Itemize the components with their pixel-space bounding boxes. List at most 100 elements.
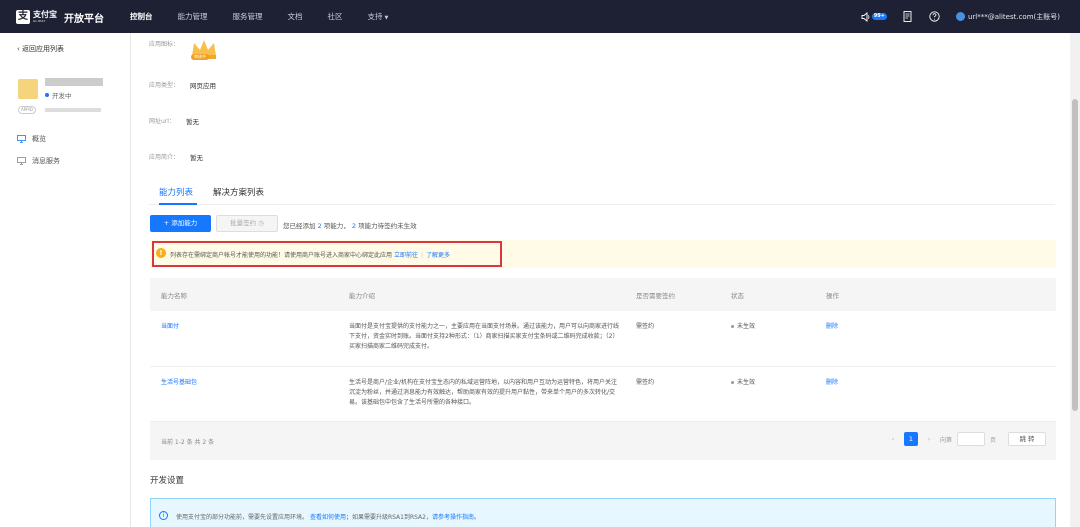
prev-page-icon[interactable]: ‹ <box>888 436 898 443</box>
app-intro-value: 暂无 <box>190 154 203 162</box>
help-icon <box>929 11 940 22</box>
tab-solution-list[interactable]: 解决方案列表 <box>213 186 264 198</box>
main-nav: 控制台 能力管理 服务管理 文档 社区 支持 ▼ <box>130 0 413 33</box>
back-link-label: 返回应用列表 <box>22 45 65 53</box>
capability-name[interactable]: 当面付 <box>161 322 179 332</box>
pagination-bar: 当前 1-2 条 共 2 条 ‹ 1 › 向第 页 跳 转 <box>150 422 1056 460</box>
app-intro-label: 应用简介： <box>149 154 180 161</box>
app-icon: 审核中 <box>189 38 219 66</box>
delete-link[interactable]: 删除 <box>826 322 838 332</box>
summary-middle: 项能力， <box>323 222 350 230</box>
how-to-use-link[interactable]: 查看如何使用 <box>310 514 346 521</box>
main-content: 应用图标： 审核中 应用类型： 网页应用 网址url： 暂无 应用简介： 暂无 … <box>131 33 1070 527</box>
goto-page-input[interactable] <box>956 432 985 446</box>
status-dot <box>731 381 734 384</box>
user-menu[interactable]: url***@alitest.com(主账号) <box>955 12 1060 22</box>
capability-desc: 当面付是支付宝提供的支付能力之一，主要应用在当面支付场景。通过该能力，用户可以向… <box>349 323 620 350</box>
user-account: url***@alitest.com(主账号) <box>967 12 1060 21</box>
header-actions: 99+ url***@alitest.com(主账号) <box>845 0 1060 33</box>
col-action: 操作 <box>826 292 839 300</box>
table-header: 能力名称 能力介绍 是否需要签约 状态 操作 <box>150 278 1056 311</box>
sidebar-item-overview-label: 概览 <box>32 135 46 143</box>
top-navbar: 支 支付宝 ALIPAY 开放平台 控制台 能力管理 服务管理 文档 社区 支持… <box>0 0 1080 33</box>
document-button[interactable] <box>903 11 913 22</box>
clock-icon: ◷ <box>258 219 264 227</box>
capability-status: 未生效 <box>731 322 755 332</box>
table-row: 生活号基础包 生活号是商户/企业/机构在支付宝生态内的私域运营阵地，以内容和用户… <box>150 367 1056 422</box>
notification-button[interactable]: 99+ <box>861 11 887 22</box>
sidebar-item-message-label: 消息服务 <box>32 157 60 165</box>
capability-desc: 生活号是商户/企业/机构在支付宝生态内的私域运营阵地，以内容和用户互动为运营特色… <box>349 379 618 406</box>
learn-more-link[interactable]: 了解更多 <box>426 252 450 259</box>
logo[interactable]: 支 支付宝 ALIPAY 开放平台 <box>16 9 104 25</box>
guide-link[interactable]: 请参考操作指南 <box>432 514 474 521</box>
sign-required: 需签约 <box>636 379 655 386</box>
app-url-label: 网址url： <box>149 118 175 125</box>
back-to-app-list-link[interactable]: ‹ 返回应用列表 <box>17 44 64 54</box>
tab-bar: 能力列表 解决方案列表 <box>149 183 1055 205</box>
avatar <box>955 12 965 21</box>
info-middle: ；如果需要升级RSA1到RSA2， <box>345 514 432 521</box>
status-dot <box>731 325 734 328</box>
nav-service[interactable]: 服务管理 <box>233 0 263 33</box>
app-icon-label: 应用图标： <box>149 41 180 48</box>
delete-link[interactable]: 删除 <box>826 378 838 388</box>
nav-console[interactable]: 控制台 <box>130 0 153 33</box>
app-icon-badge: 审核中 <box>191 54 209 60</box>
chevron-left-icon: ‹ <box>17 45 20 53</box>
appid-redacted <box>45 108 101 112</box>
monitor-icon <box>17 135 26 143</box>
col-status: 状态 <box>731 292 744 300</box>
notice-text: 列表存在需绑定商户帐号才能使用的功能！请使用商户账号进入商家中心绑定此应用 <box>170 252 393 259</box>
logo-title: 开放平台 <box>64 13 104 25</box>
summary-prefix: 您已经添加 <box>283 222 316 230</box>
active-tab-indicator <box>159 203 197 205</box>
next-page-icon[interactable]: › <box>924 436 934 443</box>
notification-badge: 99+ <box>871 13 887 20</box>
capability-status: 未生效 <box>731 378 755 388</box>
info-notice: i 使用支付宝的部分功能前，需要先设置应用环境。 查看如何使用；如果需要升级RS… <box>150 498 1056 527</box>
page-scrollbar[interactable] <box>1070 33 1080 527</box>
sidebar: ‹ 返回应用列表 开发中 APPID 概览 消息服务 <box>0 33 131 527</box>
nav-support-label: 支持 <box>367 12 383 21</box>
batch-sign-button[interactable]: 批量签约 ◷ <box>216 215 278 232</box>
nav-docs[interactable]: 文档 <box>288 0 303 33</box>
nav-capability[interactable]: 能力管理 <box>178 0 208 33</box>
total-count: 当前 1-2 条 共 2 条 <box>161 439 215 446</box>
capability-summary: 您已经添加 2 项能力， 2 项能力待签约未生效 <box>283 220 417 230</box>
col-name: 能力名称 <box>161 292 187 300</box>
page-suffix: 页 <box>989 436 996 444</box>
col-desc: 能力介绍 <box>349 292 375 300</box>
document-icon <box>903 11 912 22</box>
monitor-icon <box>17 157 26 165</box>
summary-suffix: 项能力待签约未生效 <box>358 222 417 230</box>
sidebar-item-overview[interactable]: 概览 <box>17 134 46 144</box>
go-now-link[interactable]: 立即前往 <box>394 252 418 259</box>
sign-required: 需签约 <box>636 323 655 330</box>
help-button[interactable] <box>929 11 940 22</box>
nav-support[interactable]: 支持 ▼ <box>368 0 389 33</box>
status-dot <box>45 93 49 97</box>
scrollbar-thumb[interactable] <box>1072 99 1078 411</box>
appid-tag: APPID <box>18 106 36 114</box>
warning-icon: ! <box>156 248 166 258</box>
warning-notice: ! 列表存在需绑定商户帐号才能使用的功能！请使用商户账号进入商家中心绑定此应用 … <box>150 240 1056 268</box>
jump-button[interactable]: 跳 转 <box>1008 432 1046 446</box>
sidebar-item-message-service[interactable]: 消息服务 <box>17 156 60 166</box>
info-text: 使用支付宝的部分功能前，需要先设置应用环境。 <box>176 514 309 521</box>
capability-name[interactable]: 生活号基础包 <box>161 378 197 388</box>
add-capability-button[interactable]: + 添加能力 <box>150 215 211 232</box>
app-type-label: 应用类型： <box>149 82 180 89</box>
app-status-label: 开发中 <box>52 92 72 100</box>
alipay-logo-icon: 支 <box>16 10 30 24</box>
info-icon: i <box>159 511 168 520</box>
batch-sign-label: 批量签约 <box>230 219 257 227</box>
link-divider: | <box>420 252 423 259</box>
app-type-value: 网页应用 <box>190 82 216 90</box>
page-1[interactable]: 1 <box>903 432 918 446</box>
logo-sub: ALIPAY <box>33 19 46 23</box>
app-name-redacted <box>45 78 103 86</box>
tab-capability-list[interactable]: 能力列表 <box>159 186 193 198</box>
info-end: 。 <box>474 514 481 521</box>
nav-community[interactable]: 社区 <box>328 0 343 33</box>
